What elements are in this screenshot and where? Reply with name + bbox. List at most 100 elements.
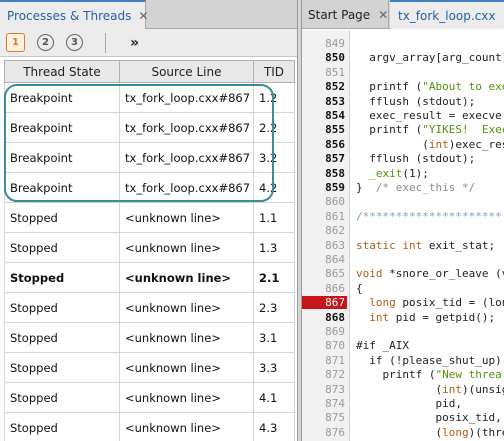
code-line[interactable]: 873 (int)(unsig xyxy=(302,383,504,397)
line-number[interactable]: 863 xyxy=(302,239,345,252)
line-number[interactable]: 866 xyxy=(302,282,345,295)
line-number[interactable]: 854 xyxy=(302,109,345,122)
table-row[interactable]: Stopped <unknown line> 1.1 xyxy=(4,202,295,233)
view-3-button[interactable]: 3 xyxy=(66,34,83,51)
code-line[interactable]: 854 exec_result = execve xyxy=(302,109,504,123)
table-row[interactable]: Breakpoint tx_fork_loop.cxx#867 1.2 xyxy=(4,82,295,113)
line-number[interactable]: 876 xyxy=(302,426,345,439)
thread-state-cell: Stopped xyxy=(4,202,120,233)
line-number[interactable]: 872 xyxy=(302,368,345,381)
code-line[interactable]: 855 printf ("YIKES! Exec xyxy=(302,123,504,137)
code-line[interactable]: 849 xyxy=(302,37,504,51)
code-line[interactable]: 857 fflush (stdout); xyxy=(302,152,504,166)
table-row[interactable]: Stopped <unknown line> 1.3 xyxy=(4,232,295,263)
line-number[interactable]: 861 xyxy=(302,210,345,223)
line-number[interactable]: 850 xyxy=(302,51,345,64)
code-text: pid, xyxy=(356,397,462,410)
code-line[interactable]: 852 printf ("About to exe xyxy=(302,80,504,94)
line-number[interactable]: 855 xyxy=(302,123,345,136)
table-row[interactable]: Stopped <unknown line> 4.3 xyxy=(4,412,295,441)
code-line[interactable]: 860 xyxy=(302,195,504,209)
code-line[interactable]: 868 int pid = getpid(); xyxy=(302,311,504,325)
line-number[interactable]: 870 xyxy=(302,339,345,352)
code-line[interactable]: 853 fflush (stdout); xyxy=(302,95,504,109)
thread-state-cell: Stopped xyxy=(4,262,120,293)
line-number[interactable]: 875 xyxy=(302,411,345,424)
code-text: printf ("About to exe xyxy=(356,80,504,94)
code-text: exec_result = execve xyxy=(356,109,502,122)
code-line[interactable]: 869 xyxy=(302,325,504,339)
source-line-cell: tx_fork_loop.cxx#867 xyxy=(119,112,254,143)
line-number[interactable]: 853 xyxy=(302,95,345,108)
line-number[interactable]: 860 xyxy=(302,195,345,208)
table-row[interactable]: Stopped <unknown line> 3.3 xyxy=(4,352,295,383)
table-row[interactable]: Stopped <unknown line> 4.1 xyxy=(4,382,295,413)
view-1-button[interactable]: 1 xyxy=(6,33,25,52)
code-line[interactable]: 870 #if _AIX xyxy=(302,339,504,353)
line-number[interactable]: 858 xyxy=(302,167,345,180)
line-number[interactable]: 857 xyxy=(302,152,345,165)
close-icon[interactable]: ✕ xyxy=(378,8,388,22)
line-number[interactable]: 851 xyxy=(302,66,345,79)
code-line[interactable]: 856 (int)exec_res xyxy=(302,138,504,152)
close-icon[interactable]: ✕ xyxy=(138,9,148,23)
table-row[interactable]: Stopped <unknown line> 2.3 xyxy=(4,292,295,323)
line-number[interactable]: 859 xyxy=(302,181,345,194)
code-line[interactable]: 871 if (!please_shut_up) xyxy=(302,354,504,368)
tid-cell: 1.3 xyxy=(253,232,295,263)
line-number[interactable]: 852 xyxy=(302,80,345,93)
line-number[interactable]: 862 xyxy=(302,224,345,237)
column-header-thread-state[interactable]: Thread State xyxy=(4,60,120,83)
column-header-tid[interactable]: TID xyxy=(253,60,295,83)
code-line[interactable]: 861 /********************* xyxy=(302,210,504,224)
threads-toolbar: 1 2 3 » xyxy=(0,29,297,57)
table-row[interactable]: Breakpoint tx_fork_loop.cxx#867 3.2 xyxy=(4,142,295,173)
editor-tab-bar: Start Page ✕ tx_fork_loop.cxx xyxy=(302,0,504,29)
line-number[interactable]: 871 xyxy=(302,354,345,367)
table-row[interactable]: Breakpoint tx_fork_loop.cxx#867 2.2 xyxy=(4,112,295,143)
code-text: } /* exec_this */ xyxy=(356,181,476,194)
thread-state-cell: Breakpoint xyxy=(4,82,120,113)
column-header-source-line[interactable]: Source Line xyxy=(119,60,254,83)
thread-state-cell: Stopped xyxy=(4,352,120,383)
code-line[interactable]: 859 } /* exec_this */ xyxy=(302,181,504,195)
line-number[interactable]: 873 xyxy=(302,383,345,396)
code-text: fflush (stdout); xyxy=(356,152,476,166)
code-line[interactable]: 866 { xyxy=(302,282,504,296)
breakpoint-marker[interactable]: 867 xyxy=(302,296,347,310)
code-line[interactable]: 863 static int exit_stat; xyxy=(302,239,504,253)
line-number[interactable]: 856 xyxy=(302,138,345,151)
code-line[interactable]: 851 xyxy=(302,66,504,80)
code-text: _exit(1); xyxy=(369,166,429,180)
table-header-row: Thread State Source Line TID xyxy=(4,60,295,83)
code-line[interactable]: 875 posix_tid, xyxy=(302,411,504,425)
code-line[interactable]: 872 printf ("New threa xyxy=(302,368,504,382)
line-number[interactable]: 868 xyxy=(302,311,345,324)
more-chevron-icon[interactable]: » xyxy=(130,35,139,51)
breakpoint-line[interactable]: 867 long posix_tid = (lon xyxy=(302,296,504,310)
code-line[interactable]: 874 pid, xyxy=(302,397,504,411)
tid-cell: 1.2 xyxy=(253,82,295,113)
source-line-cell: <unknown line> xyxy=(119,352,254,383)
line-number[interactable]: 865 xyxy=(302,267,345,280)
view-2-button[interactable]: 2 xyxy=(37,34,54,51)
code-line[interactable]: 876 (long)(thre xyxy=(302,426,504,440)
table-row[interactable]: Stopped <unknown line> 3.1 xyxy=(4,322,295,353)
line-number[interactable]: 864 xyxy=(302,253,345,266)
code-line[interactable]: 864 xyxy=(302,253,504,267)
line-number[interactable]: 874 xyxy=(302,397,345,410)
code-editor[interactable]: 849 850 argv_array[arg_count] 851 852 print… xyxy=(302,30,504,441)
code-line[interactable]: 850 argv_array[arg_count] xyxy=(302,51,504,65)
table-row[interactable]: Breakpoint tx_fork_loop.cxx#867 4.2 xyxy=(4,172,295,203)
tid-cell: 1.1 xyxy=(253,202,295,233)
code-line[interactable]: 865 void *snore_or_leave (v xyxy=(302,267,504,281)
code-line[interactable]: 858 _exit(1); xyxy=(302,167,504,181)
tab-processes-threads[interactable]: Processes & Threads ✕ xyxy=(0,0,148,29)
tab-source-file[interactable]: tx_fork_loop.cxx xyxy=(390,0,504,29)
line-number[interactable]: 849 xyxy=(302,37,345,50)
tab-start-page[interactable]: Start Page ✕ xyxy=(302,0,389,29)
code-line[interactable]: 862 xyxy=(302,224,504,238)
line-number[interactable]: 869 xyxy=(302,325,345,338)
table-row[interactable]: Stopped <unknown line> 2.1 xyxy=(4,262,295,293)
source-line-cell: <unknown line> xyxy=(119,322,254,353)
